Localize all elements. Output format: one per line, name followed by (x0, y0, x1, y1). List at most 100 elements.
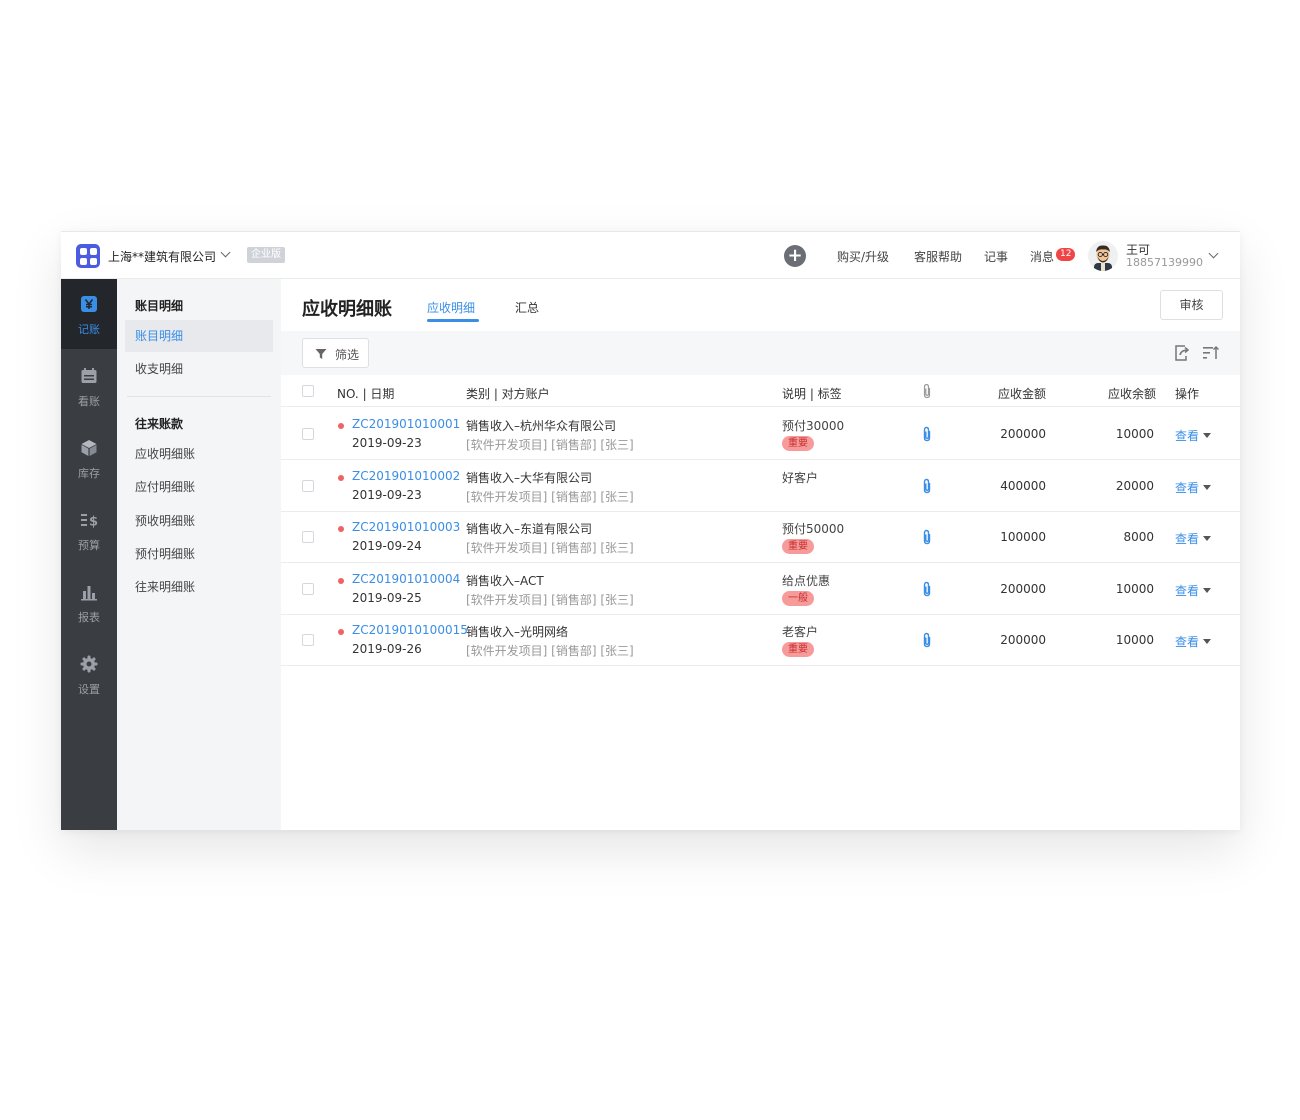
label-badge: 重要 (782, 539, 814, 555)
record-number-link[interactable]: ZC201901010002 (352, 469, 460, 483)
nav-bookkeeping[interactable]: 记账 (61, 279, 117, 349)
sidebar-divider (127, 396, 271, 397)
table-row[interactable]: ZC201901010003 2019-09-24 销售收入–东道有限公司 [软件开发… (281, 511, 1240, 564)
sidebar-item-advance-paid[interactable]: 预付明细账 (125, 538, 273, 570)
view-link[interactable]: 查看 (1175, 633, 1199, 650)
record-date: 2019-09-25 (352, 590, 422, 605)
budget-icon: $ (81, 514, 98, 529)
view-link[interactable]: 查看 (1175, 530, 1199, 547)
gear-icon (80, 655, 98, 673)
sidebar-group-title: 往来账款 (135, 417, 184, 431)
record-number-link[interactable]: ZC201901010003 (352, 520, 460, 534)
receivable-balance: 10000 (1115, 427, 1154, 441)
avatar[interactable] (1088, 241, 1118, 271)
view-link[interactable]: 查看 (1175, 427, 1199, 444)
col-action: 操作 (1175, 387, 1200, 401)
sidebar-item-payable[interactable]: 应付明细账 (125, 471, 273, 503)
add-icon[interactable]: + (784, 245, 806, 267)
nav-settings[interactable]: 设置 (61, 639, 117, 709)
attachment-icon[interactable] (922, 632, 932, 648)
secondary-sidebar: 账目明细 账目明细 收支明细 往来账款 应收明细账 应付明细账 预收明细账 预付… (117, 279, 281, 830)
box-icon (81, 440, 97, 456)
sidebar-group-title: 账目明细 (135, 299, 184, 313)
nav-settings-label: 设置 (78, 683, 100, 696)
user-menu-chevron-icon[interactable] (1208, 248, 1219, 259)
table-row[interactable]: ZC201901010001 2019-09-23 销售收入–杭州华众有限公司 [软件… (281, 408, 1240, 460)
status-dot (338, 423, 344, 429)
chevron-down-icon[interactable] (220, 247, 231, 258)
project-tags: [软件开发项目] [销售部] [张三] (466, 438, 634, 452)
sidebar-item-account-detail[interactable]: 账目明细 (125, 320, 273, 352)
category-account: 销售收入–光明网络 (466, 625, 569, 640)
table-row[interactable]: ZC201901010002 2019-09-23 销售收入–大华有限公司 [软件开发… (281, 460, 1240, 512)
sidebar-item-current-account[interactable]: 往来明细账 (125, 571, 273, 603)
caret-down-icon[interactable] (1203, 639, 1211, 645)
receivable-amount: 200000 (1000, 427, 1046, 441)
nav-bookkeeping-label: 记账 (78, 323, 100, 336)
select-all-checkbox[interactable] (302, 385, 314, 397)
col-category[interactable]: 类别 | 对方账户 (466, 385, 550, 402)
record-date: 2019-09-26 (352, 642, 422, 657)
row-checkbox[interactable] (302, 428, 314, 440)
record-number-link[interactable]: ZC2019010100015 (352, 623, 468, 637)
nav-budget[interactable]: $ 预算 (61, 495, 117, 565)
company-name[interactable]: 上海**建筑有限公司 (108, 248, 216, 265)
caret-down-icon[interactable] (1203, 433, 1211, 438)
tab-summary[interactable]: 汇总 (515, 299, 539, 316)
row-checkbox[interactable] (302, 479, 314, 492)
row-checkbox[interactable] (302, 582, 314, 595)
support-link[interactable]: 客服帮助 (914, 248, 962, 265)
nav-budget-label: 预算 (78, 539, 100, 552)
filter-button[interactable]: 筛选 (302, 338, 369, 368)
export-icon[interactable] (1172, 343, 1192, 363)
view-link[interactable]: 查看 (1175, 582, 1199, 599)
nav-inventory[interactable]: 库存 (61, 423, 117, 493)
caret-down-icon[interactable] (1203, 587, 1211, 593)
nav-inventory-label: 库存 (78, 467, 100, 480)
status-dot (338, 577, 344, 584)
col-balance[interactable]: 应收余额 (1108, 385, 1156, 402)
row-checkbox[interactable] (302, 531, 314, 544)
attachment-icon[interactable] (922, 581, 932, 597)
category-account: 销售收入–杭州华众有限公司 (466, 419, 617, 433)
app-logo-icon[interactable] (76, 244, 100, 268)
sidebar-item-income-expense[interactable]: 收支明细 (125, 353, 273, 385)
audit-button[interactable]: 审核 (1160, 290, 1223, 320)
sort-icon[interactable] (1201, 343, 1221, 363)
nav-reports[interactable]: 报表 (61, 567, 117, 637)
buy-upgrade-link[interactable]: 购买/升级 (837, 248, 889, 265)
col-receivable[interactable]: 应收金额 (998, 385, 1046, 402)
table-row[interactable]: ZC201901010004 2019-09-25 销售收入–ACT [软件开发项目]… (281, 563, 1240, 615)
col-note[interactable]: 说明 | 标签 (782, 385, 842, 402)
status-dot (338, 474, 344, 481)
attachment-icon[interactable] (922, 478, 932, 494)
attachment-icon (923, 383, 931, 399)
col-no-date[interactable]: NO. | 日期 (337, 385, 394, 402)
messages-link[interactable]: 消息 (1030, 248, 1054, 265)
receivable-balance: 10000 (1115, 581, 1154, 596)
edition-badge: 企业版 (247, 247, 285, 263)
record-number-link[interactable]: ZC201901010004 (352, 572, 460, 586)
note-text: 老客户 (782, 625, 819, 640)
project-tags: [软件开发项目] [销售部] [张三] (466, 644, 634, 659)
nav-reports-label: 报表 (78, 611, 100, 624)
filter-label: 筛选 (335, 348, 360, 362)
nav-view-accounts[interactable]: 看账 (61, 351, 117, 421)
label-badge: 重要 (782, 642, 814, 658)
sidebar-item-receivable[interactable]: 应收明细账 (125, 438, 273, 470)
notes-link[interactable]: 记事 (984, 248, 1008, 265)
primary-sidebar: 记账 看账 库存 $ 预算 报表 设置 (61, 279, 117, 830)
caret-down-icon[interactable] (1203, 536, 1211, 542)
filter-icon (315, 349, 327, 359)
sidebar-item-advance-received[interactable]: 预收明细账 (125, 505, 273, 537)
receivable-amount: 400000 (1000, 478, 1046, 493)
caret-down-icon[interactable] (1203, 484, 1211, 490)
record-number-link[interactable]: ZC201901010001 (352, 417, 460, 431)
row-checkbox[interactable] (302, 634, 314, 647)
tab-receivable-detail[interactable]: 应收明细 (427, 299, 475, 316)
table-row[interactable]: ZC2019010100015 2019-09-26 销售收入–光明网络 [软件开发项… (281, 614, 1240, 667)
attachment-icon[interactable] (922, 529, 932, 545)
attachment-icon[interactable] (922, 426, 932, 442)
view-link[interactable]: 查看 (1175, 479, 1199, 496)
yen-icon (81, 296, 97, 312)
